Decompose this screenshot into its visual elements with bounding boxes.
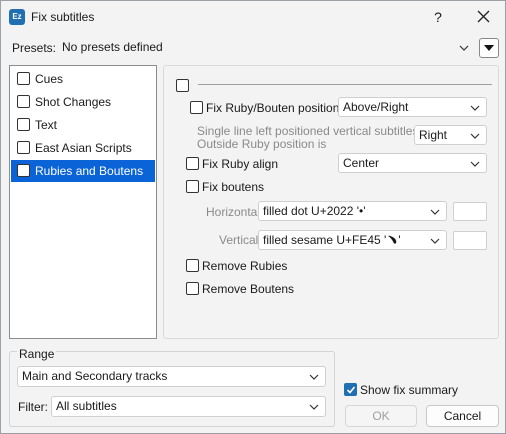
ok-button[interactable]: OK	[345, 405, 417, 427]
show-fix-summary-label: Show fix summary	[360, 383, 459, 397]
horizontal-bouten-preview	[453, 202, 487, 221]
text-checkbox[interactable]	[17, 118, 30, 131]
chevron-down-icon	[309, 404, 319, 410]
filter-dropdown[interactable]: All subtitles	[51, 396, 326, 417]
list-item-east-asian-scripts[interactable]: East Asian Scripts	[11, 137, 155, 159]
remove-rubies-label: Remove Rubies	[202, 259, 288, 273]
ruby-position-value: Above/Right	[343, 100, 409, 114]
help-button[interactable]: ?	[423, 5, 453, 29]
list-item-label: Text	[35, 118, 58, 132]
close-button[interactable]	[469, 5, 499, 29]
fix-boutens-label: Fix boutens	[202, 180, 265, 194]
vertical-label: Vertical	[219, 233, 259, 247]
options-panel: Fix Ruby/Bouten positions Above/Right Si…	[163, 65, 499, 339]
list-item-label: Cues	[35, 72, 64, 86]
vertical-bouten-dropdown[interactable]: filled sesame U+FE45 '﹅'	[258, 230, 447, 250]
chevron-down-icon	[430, 238, 440, 244]
single-line-note-line2: Outside Ruby position is	[197, 137, 327, 151]
select-all-checkbox[interactable]	[176, 79, 189, 92]
horizontal-bouten-value: filled dot U+2022 '•'	[263, 204, 366, 218]
fix-ruby-align-checkbox[interactable]	[186, 157, 199, 170]
presets-dropdown[interactable]: No presets defined	[58, 38, 475, 58]
cancel-button[interactable]: Cancel	[426, 405, 499, 427]
app-icon: Ez	[9, 9, 25, 25]
chevron-down-icon	[430, 209, 440, 215]
fix-ruby-bouten-positions-label: Fix Ruby/Bouten positions	[206, 101, 346, 115]
east-asian-scripts-checkbox[interactable]	[17, 141, 30, 154]
list-item-rubies-and-boutens[interactable]: Rubies and Boutens	[11, 160, 155, 182]
chevron-down-icon	[470, 161, 480, 167]
window-title: Fix subtitles	[31, 10, 95, 24]
shot-changes-checkbox[interactable]	[17, 95, 30, 108]
ruby-align-value: Center	[343, 156, 380, 170]
horizontal-bouten-dropdown[interactable]: filled dot U+2022 '•'	[258, 201, 447, 221]
title-bar: Ez Fix subtitles ?	[1, 1, 505, 33]
list-item-label: East Asian Scripts	[35, 141, 132, 155]
dropdown-arrow-icon	[484, 45, 494, 51]
fix-ruby-bouten-positions-checkbox[interactable]	[190, 101, 203, 114]
chevron-down-icon	[459, 45, 469, 51]
checkmark-icon	[346, 386, 356, 394]
remove-boutens-checkbox[interactable]	[186, 282, 199, 295]
remove-rubies-checkbox[interactable]	[186, 259, 199, 272]
close-icon	[477, 10, 490, 23]
ruby-position-dropdown[interactable]: Above/Right	[338, 97, 487, 117]
tracks-dropdown[interactable]: Main and Secondary tracks	[17, 366, 326, 387]
vertical-bouten-preview	[453, 231, 487, 250]
list-item-shot-changes[interactable]: Shot Changes	[11, 91, 155, 113]
list-item-label: Rubies and Boutens	[35, 164, 144, 178]
chevron-down-icon	[470, 133, 480, 139]
cues-checkbox[interactable]	[17, 72, 30, 85]
vertical-bouten-value: filled sesame U+FE45 '﹅'	[263, 233, 401, 247]
list-item-label: Shot Changes	[35, 95, 112, 109]
ruby-align-dropdown[interactable]: Center	[338, 153, 487, 173]
list-item-text[interactable]: Text	[11, 114, 155, 136]
chevron-down-icon	[309, 374, 319, 380]
single-line-note-line1: Single line left positioned vertical sub…	[197, 124, 419, 138]
tracks-value: Main and Secondary tracks	[22, 369, 168, 383]
fix-boutens-checkbox[interactable]	[186, 180, 199, 193]
presets-value: No presets defined	[62, 40, 163, 54]
outside-ruby-position-value: Right	[419, 128, 448, 142]
outside-ruby-position-dropdown[interactable]: Right	[414, 125, 487, 145]
presets-menu-button[interactable]	[479, 38, 499, 58]
presets-label: Presets:	[12, 41, 57, 55]
remove-boutens-label: Remove Boutens	[202, 282, 295, 296]
filter-value: All subtitles	[56, 399, 117, 413]
show-fix-summary-checkbox[interactable]	[344, 383, 357, 396]
separator-line	[198, 84, 492, 85]
filter-label: Filter:	[18, 400, 48, 414]
chevron-down-icon	[470, 105, 480, 111]
category-list[interactable]: Cues Shot Changes Text East Asian Script…	[9, 65, 157, 339]
fix-subtitles-dialog: Ez Fix subtitles ? Presets: No presets d…	[0, 0, 506, 434]
list-item-cues[interactable]: Cues	[11, 68, 155, 90]
rubies-and-boutens-checkbox[interactable]	[17, 164, 30, 177]
horizontal-label: Horizontal	[206, 205, 261, 219]
fix-ruby-align-label: Fix Ruby align	[202, 157, 279, 171]
range-label: Range	[17, 347, 57, 361]
